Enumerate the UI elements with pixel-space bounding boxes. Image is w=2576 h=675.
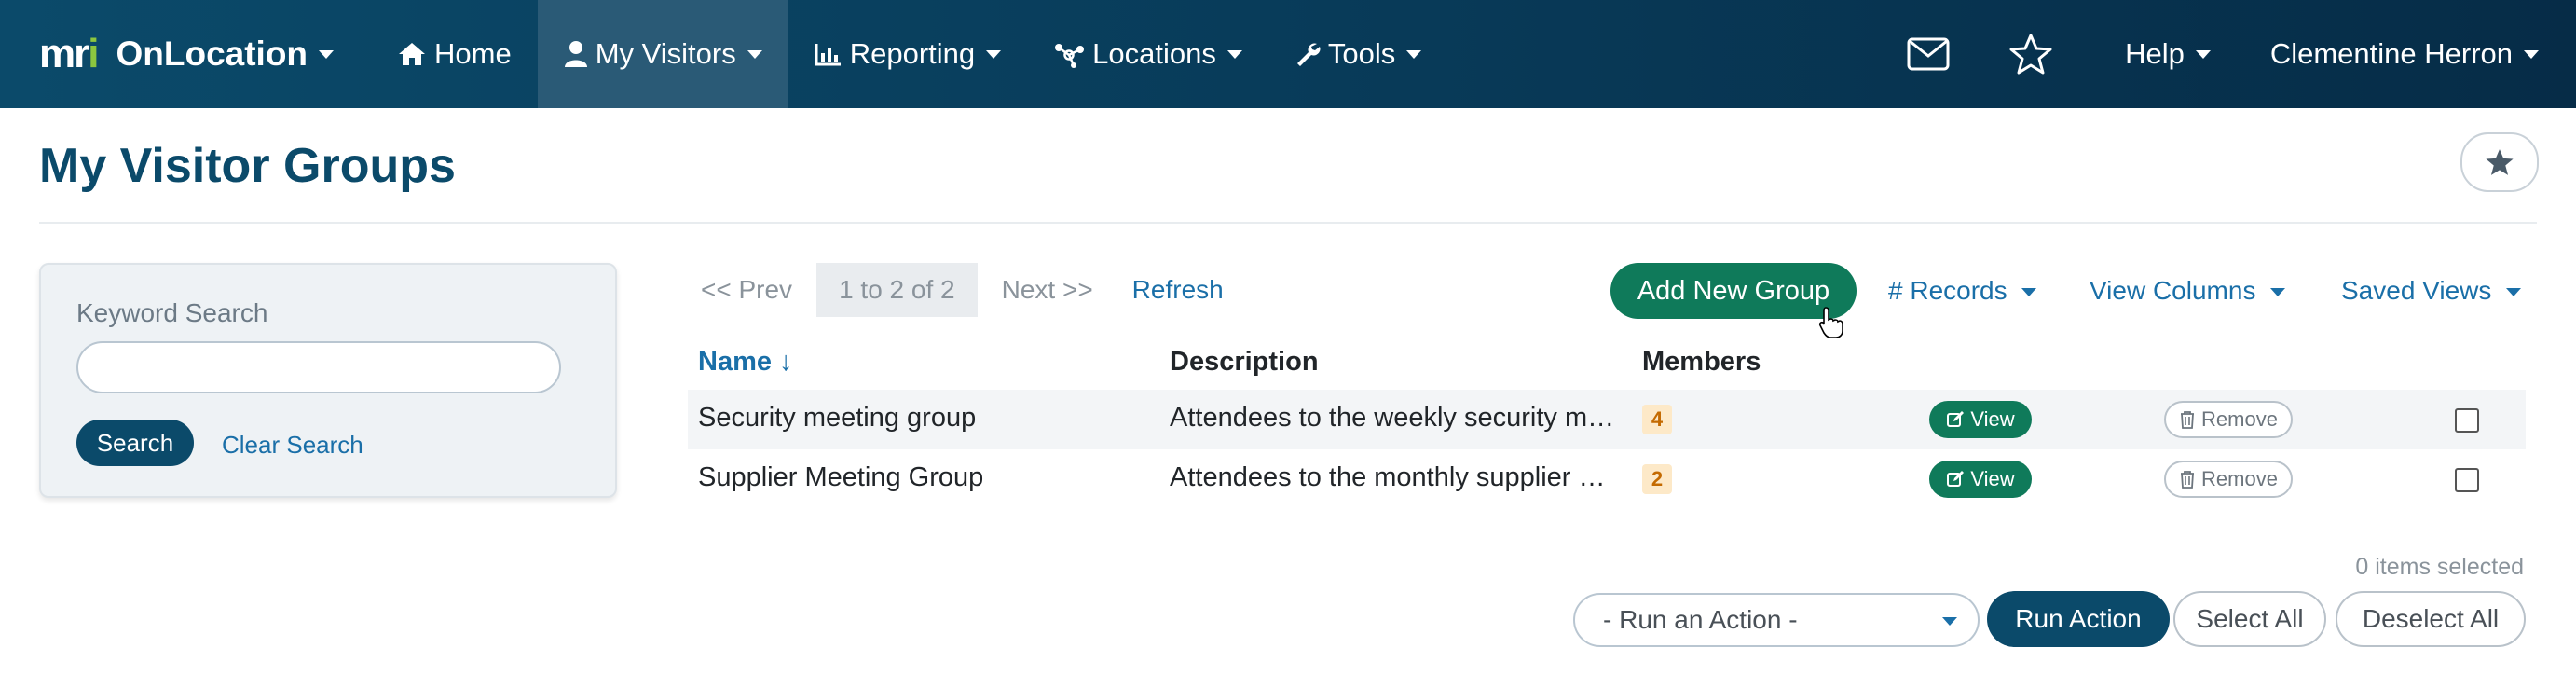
group-description: Attendees to the monthly supplier meetin… — [1170, 462, 1617, 492]
chevron-down-icon — [2506, 288, 2522, 297]
page-title: My Visitor Groups — [39, 139, 456, 193]
chevron-down-icon — [1226, 49, 1242, 59]
user-icon — [564, 41, 587, 67]
select-all-button[interactable]: Select All — [2173, 591, 2326, 647]
brand[interactable]: mri OnLocation — [39, 0, 335, 108]
nav-home[interactable]: Home — [371, 0, 538, 108]
remove-label: Remove — [2201, 407, 2278, 431]
chevron-down-icon — [2021, 288, 2037, 297]
column-header-name[interactable]: Name ↓ — [698, 347, 793, 378]
run-action-select[interactable]: - Run an Action - — [1573, 593, 1980, 647]
chevron-down-icon — [2195, 49, 2211, 59]
group-name: Security meeting group — [698, 403, 977, 433]
pager: << Prev 1 to 2 of 2 Next >> Refresh — [690, 263, 1224, 317]
nav-help-label: Help — [2125, 37, 2185, 70]
wrench-icon — [1296, 43, 1321, 66]
nav-reporting[interactable]: Reporting — [788, 0, 1027, 108]
nav-locations[interactable]: Locations — [1027, 0, 1268, 108]
chevron-down-icon — [2524, 49, 2539, 59]
clear-search-link[interactable]: Clear Search — [222, 431, 363, 460]
trash-icon — [2181, 471, 2195, 489]
prev-page-link[interactable]: << Prev — [690, 275, 803, 305]
user-name: Clementine Herron — [2269, 37, 2513, 70]
envelope-icon — [1907, 37, 1950, 71]
edit-icon — [1947, 471, 1965, 487]
star-icon — [2009, 34, 2052, 75]
nav-reporting-label: Reporting — [849, 37, 976, 70]
search-button[interactable]: Search — [76, 420, 194, 466]
chevron-down-icon — [986, 49, 1002, 59]
refresh-link[interactable]: Refresh — [1132, 275, 1224, 305]
brand-name: OnLocation — [116, 34, 308, 73]
column-header-members[interactable]: Members — [1642, 347, 1761, 378]
chevron-down-icon — [2270, 288, 2286, 297]
keyword-search-input[interactable] — [76, 341, 561, 393]
nav-tools-label: Tools — [1327, 37, 1396, 70]
row-select-checkbox[interactable] — [2455, 408, 2479, 433]
chevron-down-icon — [1406, 49, 1422, 59]
table-row: Supplier Meeting Group Attendees to the … — [688, 449, 2526, 509]
nav-my-visitors[interactable]: My Visitors — [537, 0, 788, 108]
table-row: Security meeting group Attendees to the … — [688, 390, 2526, 449]
deselect-all-button[interactable]: Deselect All — [2336, 591, 2526, 647]
saved-views-label: Saved Views — [2341, 276, 2492, 305]
favorites-button[interactable] — [1980, 0, 2082, 108]
trash-icon — [2181, 411, 2195, 429]
remove-group-button[interactable]: Remove — [2164, 401, 2293, 438]
view-columns-dropdown[interactable]: View Columns — [2090, 276, 2286, 306]
hand-cursor-icon — [1818, 307, 1843, 338]
bar-chart-icon — [815, 44, 841, 66]
records-dropdown[interactable]: # Records — [1888, 276, 2037, 306]
column-header-description[interactable]: Description — [1170, 347, 1319, 378]
records-label: # Records — [1888, 276, 2007, 305]
keyword-search-panel: Keyword Search Search Clear Search — [39, 263, 617, 498]
remove-label: Remove — [2201, 467, 2278, 490]
favorite-page-button[interactable] — [2460, 132, 2539, 192]
chevron-down-icon — [747, 49, 762, 59]
saved-views-dropdown[interactable]: Saved Views — [2341, 276, 2522, 306]
keyword-search-label: Keyword Search — [76, 298, 268, 327]
members-count-badge: 4 — [1642, 405, 1672, 434]
view-label: View — [1970, 407, 2015, 431]
edit-icon — [1947, 411, 1965, 427]
next-page-link[interactable]: Next >> — [991, 275, 1104, 305]
view-group-button[interactable]: View — [1929, 401, 2032, 438]
navbar-right: Help Clementine Herron — [1877, 0, 2576, 108]
nav-my-visitors-label: My Visitors — [595, 37, 736, 70]
user-menu[interactable]: Clementine Herron — [2244, 0, 2539, 108]
top-navbar: mri OnLocation Home My Visitors Reportin… — [0, 0, 2576, 108]
divider — [39, 222, 2537, 224]
messages-button[interactable] — [1877, 0, 1980, 108]
star-icon — [2486, 149, 2514, 175]
items-selected-count: 0 items selected — [2355, 554, 2524, 580]
nav-help[interactable]: Help — [2099, 0, 2237, 108]
nav-locations-label: Locations — [1092, 37, 1216, 70]
mri-logo: mri — [39, 31, 100, 76]
run-action-selected-value: - Run an Action - — [1603, 605, 1798, 634]
row-select-checkbox[interactable] — [2455, 468, 2479, 492]
nav-tools[interactable]: Tools — [1268, 0, 1447, 108]
view-columns-label: View Columns — [2090, 276, 2256, 305]
page-count: 1 to 2 of 2 — [816, 263, 978, 317]
nav-home-label: Home — [434, 37, 512, 70]
run-action-button[interactable]: Run Action — [1987, 591, 2170, 647]
view-group-button[interactable]: View — [1929, 461, 2032, 498]
chevron-down-icon — [1942, 617, 1957, 626]
view-label: View — [1970, 467, 2015, 490]
group-description: Attendees to the weekly security meeting — [1170, 403, 1617, 433]
brand-dropdown-caret[interactable] — [319, 49, 335, 59]
home-icon — [399, 43, 426, 65]
remove-group-button[interactable]: Remove — [2164, 461, 2293, 498]
members-count-badge: 2 — [1642, 464, 1672, 494]
network-icon — [1055, 44, 1085, 68]
group-name: Supplier Meeting Group — [698, 462, 984, 492]
